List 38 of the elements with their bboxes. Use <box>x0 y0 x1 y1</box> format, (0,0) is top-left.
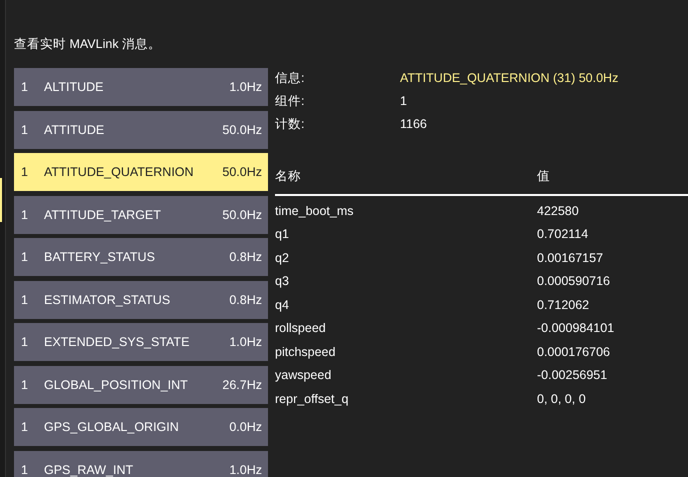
message-item[interactable]: 1 GPS_GLOBAL_ORIGIN 0.0Hz <box>14 408 268 446</box>
table-cell-text: q1 <box>275 227 290 242</box>
info-label: 组件: <box>275 92 306 110</box>
table-cell-text: q3 <box>275 274 290 288</box>
table-cell: 0.000176706 <box>537 344 610 359</box>
message-item[interactable]: 1 ATTITUDE_QUATERNION 50.0Hz <box>14 153 268 191</box>
column-header: 名称 <box>275 168 302 184</box>
message-item[interactable]: 1 GLOBAL_POSITION_INT 26.7Hz <box>14 366 268 404</box>
message-item[interactable]: 1 ATTITUDE_TARGET 50.0Hz <box>14 196 268 234</box>
selection-indicator <box>0 178 2 222</box>
table-cell: 0.702114 <box>537 227 588 242</box>
message-item[interactable]: 1 EXTENDED_SYS_STATE 1.0Hz <box>14 323 268 361</box>
info-label: 信息: <box>275 70 306 86</box>
table-cell-text: q2 <box>275 250 290 265</box>
table-cell: -0.000984101 <box>537 321 614 336</box>
message-item[interactable]: 1 BATTERY_STATUS 0.8Hz <box>14 238 268 276</box>
table-cell-text: time_boot_ms <box>275 204 355 218</box>
table-cell-text: pitchspeed <box>275 344 336 359</box>
info-value: 1166 <box>400 117 427 131</box>
table-cell: 0.712062 <box>537 298 590 312</box>
table-cell-text: rollspeed <box>275 321 327 336</box>
message-item[interactable]: 1 ATTITUDE 50.0Hz <box>14 110 268 148</box>
description-text: 查看实时 MAVLink 消息。 <box>14 36 162 53</box>
message-item[interactable]: 1 ESTIMATOR_STATUS 0.8Hz <box>14 280 268 318</box>
table-cell: 0.000590716 <box>537 274 610 288</box>
table-cell: 0.00167157 <box>537 250 604 265</box>
info-value: ATTITUDE_QUATERNION (31) 50.0Hz <box>400 71 618 85</box>
table-cell-text: repr_offset_q <box>275 392 350 406</box>
message-item[interactable]: 1 GPS_RAW_INT 1.0Hz <box>14 450 268 477</box>
table-cell: 0, 0, 0, 0 <box>537 392 586 406</box>
message-item[interactable]: 1 ALTITUDE 1.0Hz <box>14 68 268 106</box>
table-cell: -0.00256951 <box>537 368 608 382</box>
table-cell-text: q4 <box>275 298 290 312</box>
info-value: 1 <box>400 94 407 108</box>
column-header: 值 <box>537 168 550 184</box>
info-label: 计数: <box>275 116 306 132</box>
table-cell-text: yawspeed <box>275 368 332 382</box>
table-cell: 422580 <box>537 204 579 218</box>
